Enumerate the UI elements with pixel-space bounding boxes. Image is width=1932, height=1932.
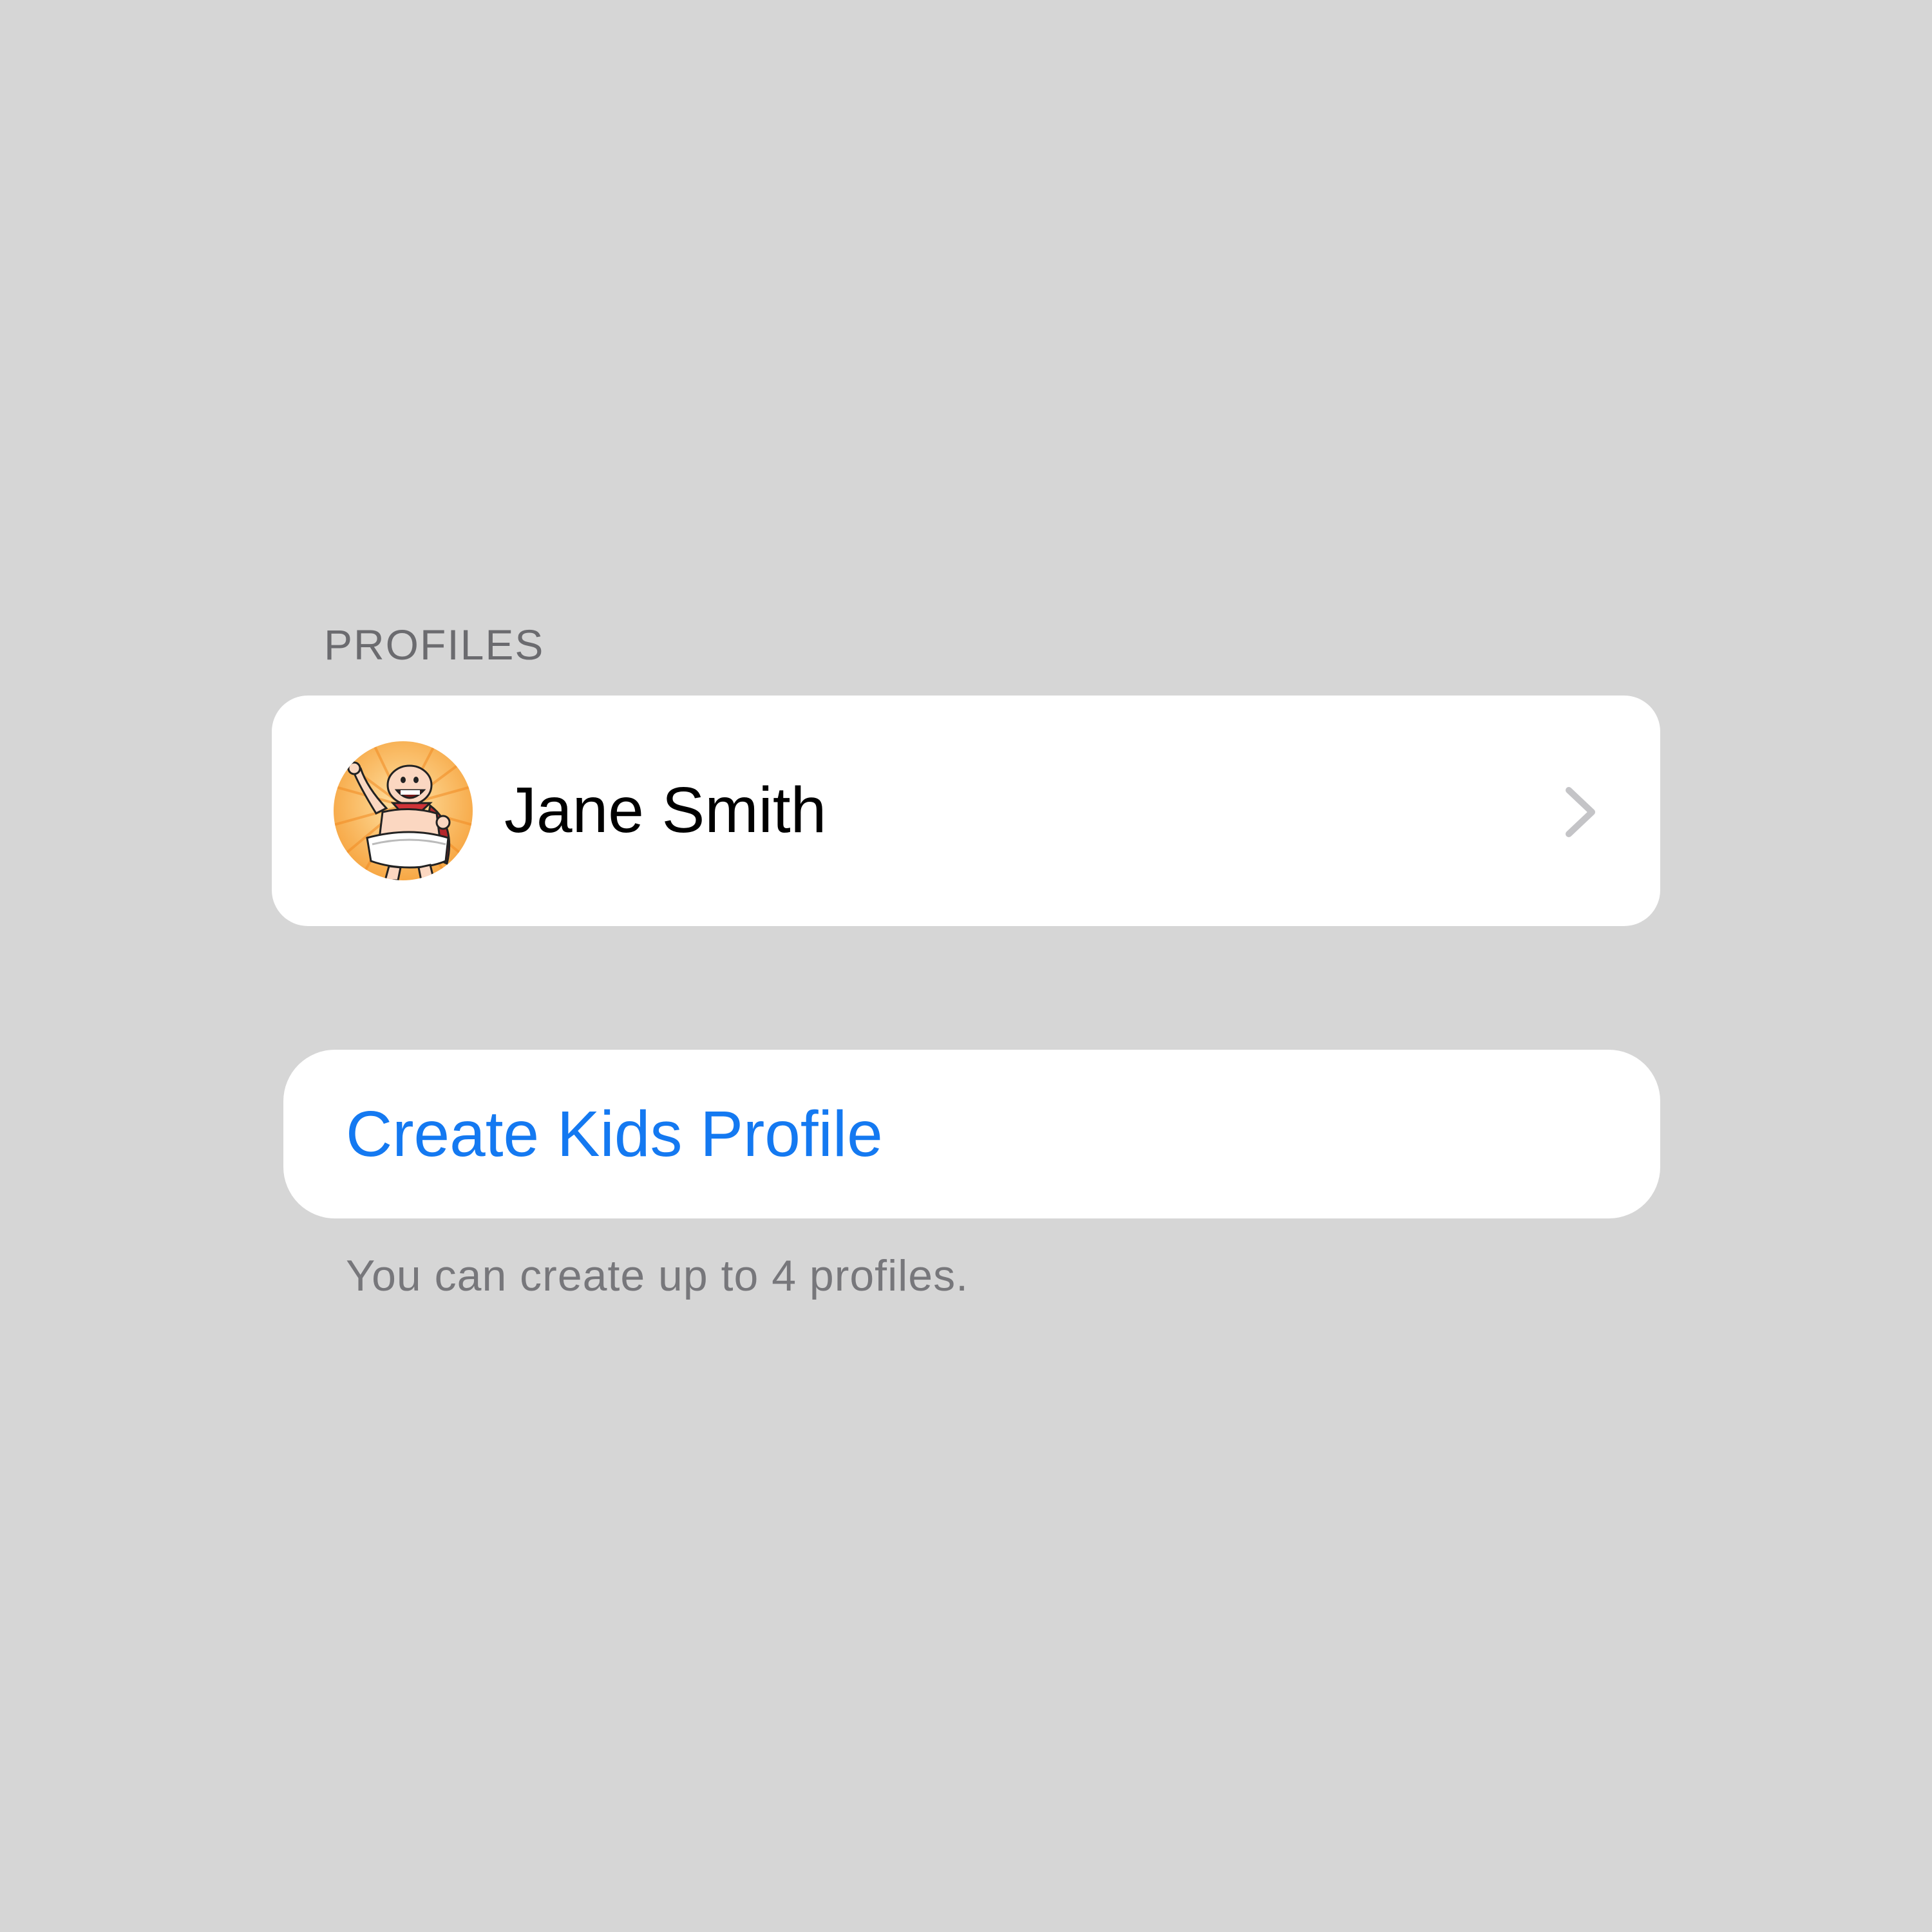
profiles-section-header: PROFILES	[324, 621, 545, 668]
create-kids-profile-label: Create Kids Profile	[346, 1098, 883, 1170]
chevron-right-icon	[1561, 786, 1600, 838]
profile-name: Jane Smith	[504, 774, 827, 846]
profile-avatar	[334, 741, 473, 880]
profile-row-jane-smith[interactable]: Jane Smith	[272, 696, 1660, 926]
create-kids-profile-button[interactable]: Create Kids Profile	[283, 1050, 1660, 1218]
profiles-limit-footnote: You can create up to 4 profiles.	[346, 1251, 969, 1300]
